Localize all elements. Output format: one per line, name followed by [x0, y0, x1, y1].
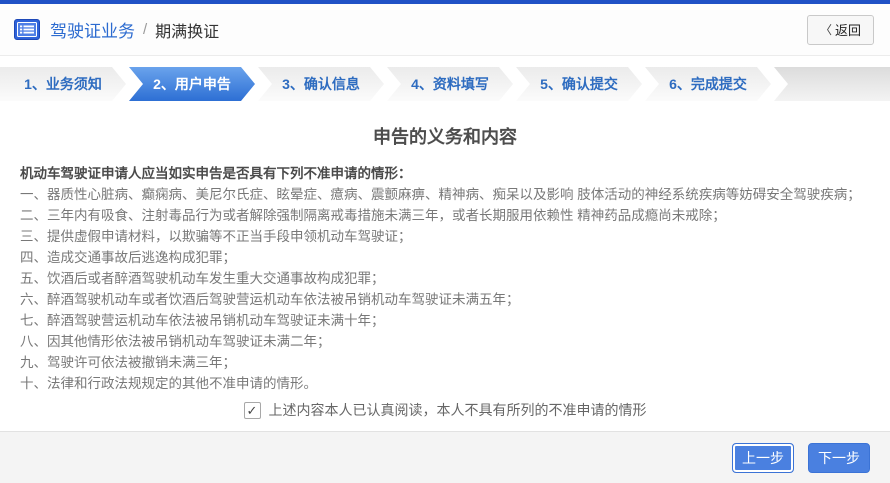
- next-step-button[interactable]: 下一步: [808, 443, 870, 473]
- step-item-1[interactable]: 1、业务须知: [0, 67, 126, 101]
- back-button[interactable]: 〈 返回: [807, 15, 874, 45]
- confirm-checkbox[interactable]: ✓: [244, 402, 261, 419]
- confirm-checkbox-label: 上述内容本人已认真阅读，本人不具有所列的不准申请的情形: [269, 400, 647, 420]
- page: 驾驶证业务 / 期满换证 〈 返回 1、业务须知2、用户申告3、确认信息4、资料…: [0, 0, 890, 483]
- declaration-item: 一、器质性心脏病、癫痫病、美尼尔氏症、眩晕症、癔病、震颤麻痹、精神病、痴呆以及影…: [20, 184, 870, 205]
- previous-step-button[interactable]: 上一步: [732, 443, 794, 473]
- breadcrumb-category[interactable]: 驾驶证业务: [50, 17, 135, 42]
- step-item-6[interactable]: 6、完成提交: [645, 67, 771, 101]
- declaration-item: 七、醉酒驾驶营运机动车依法被吊销机动车驾驶证未满十年；: [20, 310, 870, 331]
- declaration-item: 三、提供虚假申请材料，以欺骗等不正当手段申领机动车驾驶证；: [20, 226, 870, 247]
- declaration-item: 九、驾驶许可依法被撤销未满三年；: [20, 352, 870, 373]
- declaration-list: 一、器质性心脏病、癫痫病、美尼尔氏症、眩晕症、癔病、震颤麻痹、精神病、痴呆以及影…: [20, 184, 870, 394]
- step-item-4[interactable]: 4、资料填写: [387, 67, 513, 101]
- step-item-2[interactable]: 2、用户申告: [129, 67, 255, 101]
- list-card-icon: [14, 19, 40, 40]
- confirm-checkbox-row[interactable]: ✓ 上述内容本人已认真阅读，本人不具有所列的不准申请的情形: [0, 400, 890, 420]
- page-title: 申告的义务和内容: [0, 123, 890, 149]
- footer-bar: 上一步 下一步: [0, 431, 890, 483]
- back-button-label: 返回: [835, 20, 861, 39]
- chevron-left-icon: 〈: [820, 21, 832, 38]
- declaration-item: 十、法律和行政法规规定的其他不准申请的情形。: [20, 373, 870, 394]
- step-wizard-tail: [774, 67, 890, 101]
- step-item-5[interactable]: 5、确认提交: [516, 67, 642, 101]
- declaration-content: 机动车驾驶证申请人应当如实申告是否具有下列不准申请的情形： 一、器质性心脏病、癫…: [0, 149, 890, 394]
- declaration-item: 四、造成交通事故后逃逸构成犯罪；: [20, 247, 870, 268]
- declaration-item: 二、三年内有吸食、注射毒品行为或者解除强制隔离戒毒措施未满三年，或者长期服用依赖…: [20, 205, 870, 226]
- declaration-item: 八、因其他情形依法被吊销机动车驾驶证未满二年；: [20, 331, 870, 352]
- breadcrumb-separator: /: [143, 21, 147, 38]
- step-item-3[interactable]: 3、确认信息: [258, 67, 384, 101]
- declaration-item: 六、醉酒驾驶机动车或者饮酒后驾驶营运机动车依法被吊销机动车驾驶证未满五年；: [20, 289, 870, 310]
- breadcrumb-current: 期满换证: [155, 18, 219, 42]
- step-wizard: 1、业务须知2、用户申告3、确认信息4、资料填写5、确认提交6、完成提交: [0, 67, 890, 101]
- declaration-item: 五、饮酒后或者醉酒驾驶机动车发生重大交通事故构成犯罪；: [20, 268, 870, 289]
- header: 驾驶证业务 / 期满换证 〈 返回: [0, 4, 890, 56]
- declaration-intro: 机动车驾驶证申请人应当如实申告是否具有下列不准申请的情形：: [20, 163, 870, 184]
